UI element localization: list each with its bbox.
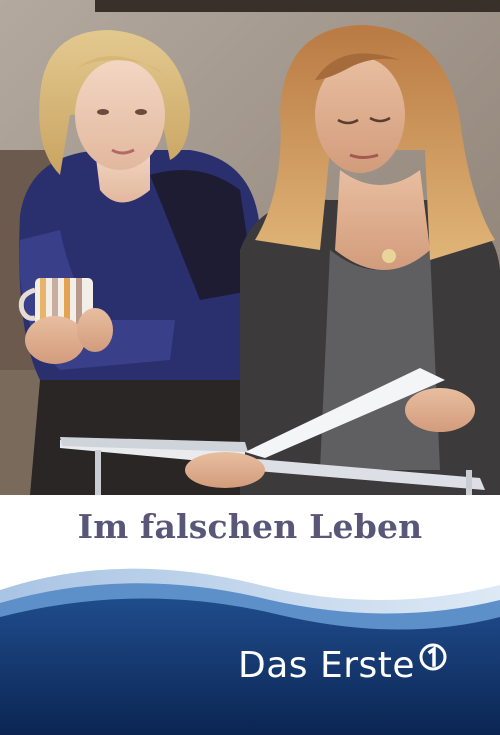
photo-illustration [0, 0, 500, 495]
broadcaster-brand: Das Erste [238, 643, 447, 686]
broadcaster-name: Das Erste [238, 645, 416, 686]
movie-poster: Im falschen Leben Das Erste [0, 0, 500, 735]
poster-title: Im falschen Leben [77, 507, 423, 546]
poster-photo [0, 0, 500, 495]
ard-one-logo-icon [419, 643, 447, 675]
